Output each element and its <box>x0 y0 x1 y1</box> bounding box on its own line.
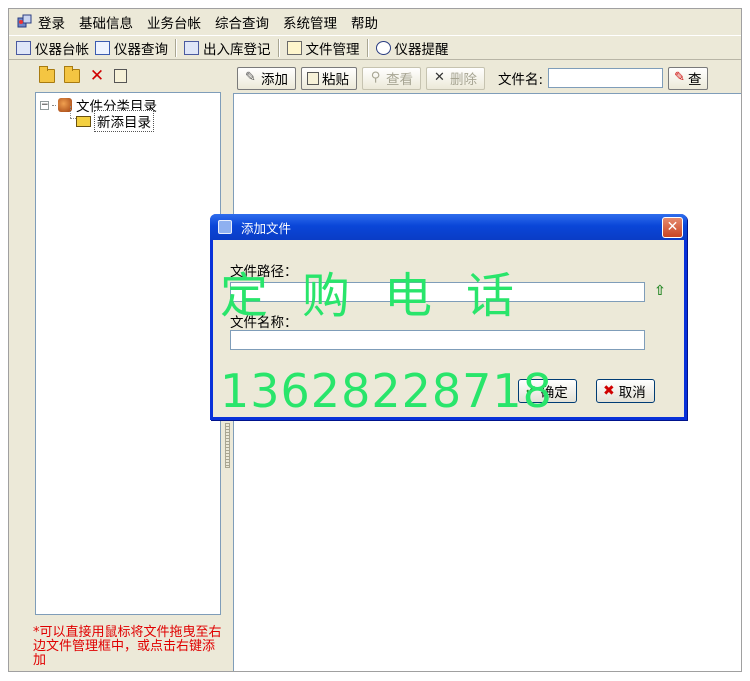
paste-icon <box>307 71 319 85</box>
toolbar-separator <box>175 38 177 57</box>
file-path-input[interactable] <box>230 282 645 302</box>
cancel-button[interactable]: ✖ 取消 <box>596 379 655 403</box>
tree-child-node[interactable]: 新添目录 <box>76 110 154 132</box>
menu-login-label: 登录 <box>38 15 65 32</box>
dialog-title: 添加文件 <box>241 220 292 236</box>
app-login-icon <box>17 14 32 29</box>
toolbar-separator <box>366 38 369 57</box>
file-name-input[interactable] <box>230 330 645 350</box>
menu-basic-info[interactable]: 基础信息 <box>73 11 141 33</box>
menu-help-label: 帮助 <box>351 15 378 32</box>
new-folder-icon[interactable] <box>39 66 55 83</box>
dialog-title-bar[interactable]: 添加文件 ✕ <box>210 214 687 240</box>
tree-connector <box>70 106 71 118</box>
paste-folder-icon[interactable] <box>114 69 127 83</box>
dialog-body: 文件路径： ⇧ 文件名称： ✔ 确定 ✖ 取消 <box>213 240 684 417</box>
menu-bar: 登录 基础信息 业务台帐 综合查询 系统管理 帮助 <box>9 9 741 34</box>
add-file-dialog: 添加文件 ✕ 文件路径： ⇧ 文件名称： ✔ 确定 ✖ 取消 <box>210 214 687 420</box>
open-folder-icon[interactable] <box>64 66 80 83</box>
drag-hint-text: *可以直接用鼠标将文件拖曳至右边文件管理框中，或点击右键添加 <box>33 625 222 668</box>
close-icon[interactable]: ✕ <box>662 217 683 238</box>
toolbar-reminder-label: 仪器提醒 <box>394 41 449 58</box>
ok-button-label: 确定 <box>540 385 568 401</box>
file-path-label: 文件路径： <box>230 264 298 280</box>
main-toolbar: 仪器台帐 仪器查询 出入库登记 文件管理 仪器提醒 <box>9 35 741 60</box>
filename-search-label: 文件名: <box>498 72 544 88</box>
folder-icon <box>76 115 91 127</box>
delete-file-label: 删除 <box>450 72 477 88</box>
paste-file-button[interactable]: 粘贴 <box>301 66 357 90</box>
splitter-grip[interactable] <box>225 423 230 468</box>
cancel-button-label: 取消 <box>618 385 646 401</box>
add-file-icon: ✎ <box>245 70 256 85</box>
browse-folder-icon[interactable]: ⇧ <box>652 283 668 299</box>
add-file-button[interactable]: ✎ 添加 <box>237 66 296 90</box>
toolbar-ledger-button[interactable]: 仪器台帐 <box>13 37 92 59</box>
menu-query[interactable]: 综合查询 <box>209 11 277 33</box>
menu-business-ledger-label: 业务台帐 <box>147 15 201 32</box>
menu-query-label: 综合查询 <box>215 15 269 32</box>
delete-icon: ✕ <box>434 70 445 85</box>
menu-help[interactable]: 帮助 <box>345 11 386 33</box>
reminder-icon <box>375 40 391 55</box>
inout-icon <box>184 40 199 55</box>
search-label: 查 <box>687 72 702 88</box>
toolbar-ledger-label: 仪器台帐 <box>35 41 89 58</box>
tree-connector <box>52 104 56 106</box>
add-file-label: 添加 <box>261 72 288 88</box>
delete-file-button[interactable]: ✕ 删除 <box>426 66 485 90</box>
menu-system-label: 系统管理 <box>283 15 337 32</box>
delete-folder-icon[interactable]: ✕ <box>89 68 105 85</box>
search-button[interactable]: ✎ 查 <box>668 66 709 90</box>
ok-button[interactable]: ✔ 确定 <box>518 379 577 403</box>
toolbar-file-manage-label: 文件管理 <box>305 41 360 58</box>
file-manage-icon <box>286 40 302 55</box>
query-icon <box>95 40 110 55</box>
toolbar-query-label: 仪器查询 <box>114 41 168 58</box>
search-icon: ✎ <box>674 70 685 85</box>
menu-basic-info-label: 基础信息 <box>79 15 133 32</box>
magnifier-icon: ⚲ <box>370 70 381 85</box>
toolbar-separator <box>277 38 280 57</box>
checkmark-icon: ✔ <box>525 383 537 399</box>
view-file-button[interactable]: ⚲ 查看 <box>362 66 421 90</box>
paste-file-label: 粘贴 <box>322 72 349 88</box>
ledger-icon <box>16 40 31 55</box>
cross-icon: ✖ <box>603 383 615 399</box>
view-file-label: 查看 <box>386 72 413 88</box>
filename-search-input[interactable] <box>548 68 664 88</box>
dialog-app-icon <box>218 220 232 234</box>
toolbar-query-button[interactable]: 仪器查询 <box>92 37 171 59</box>
toolbar-inout-label: 出入库登记 <box>203 41 271 58</box>
category-tree[interactable]: − 文件分类目录 新添目录 <box>35 92 221 615</box>
category-toolbar: ✕ <box>39 66 127 85</box>
file-name-label: 文件名称： <box>230 315 298 331</box>
tree-expander[interactable]: − <box>40 100 49 110</box>
category-panel: ✕ − 文件分类目录 新添目录 *可以直接用鼠标将文件拖曳至右边文件管理框中，或… <box>9 63 223 671</box>
menu-login[interactable]: 登录 <box>11 11 73 33</box>
file-toolbar: ✎ 添加 粘贴 ⚲ 查看 ✕ 删除 文件名: ✎ 查 <box>233 64 741 92</box>
toolbar-file-manage-button[interactable]: 文件管理 <box>284 37 363 59</box>
tree-child-label: 新添目录 <box>94 110 154 132</box>
menu-business-ledger[interactable]: 业务台帐 <box>141 11 209 33</box>
toolbar-reminder-button[interactable]: 仪器提醒 <box>373 37 452 59</box>
toolbar-inout-button[interactable]: 出入库登记 <box>181 37 274 59</box>
menu-system[interactable]: 系统管理 <box>277 11 345 33</box>
